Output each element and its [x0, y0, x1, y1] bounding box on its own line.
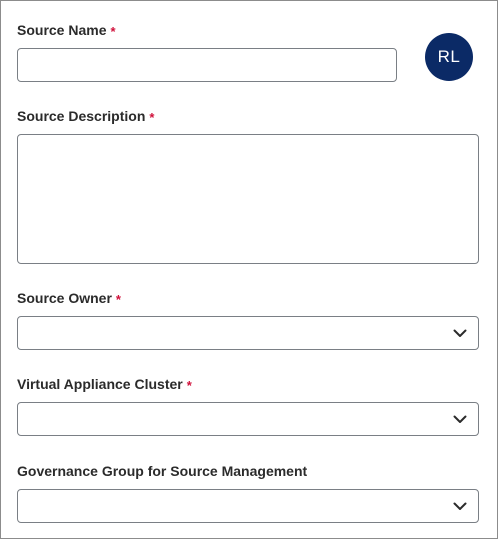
- source-name-input[interactable]: [17, 48, 397, 82]
- source-name-label: Source Name *: [17, 21, 116, 40]
- avatar[interactable]: RL: [425, 33, 473, 81]
- virtual-appliance-cluster-select[interactable]: [17, 402, 479, 436]
- source-owner-label-text: Source Owner: [17, 290, 112, 306]
- chevron-down-icon: [453, 502, 467, 510]
- source-owner-label: Source Owner *: [17, 289, 121, 308]
- governance-group-label: Governance Group for Source Management: [17, 462, 307, 480]
- source-owner-select[interactable]: [17, 316, 479, 350]
- source-name-label-text: Source Name: [17, 22, 107, 38]
- required-marker: *: [115, 292, 121, 307]
- governance-group-select[interactable]: [17, 489, 479, 523]
- chevron-down-icon: [453, 329, 467, 337]
- required-marker: *: [186, 378, 192, 393]
- virtual-appliance-cluster-label-text: Virtual Appliance Cluster: [17, 376, 183, 392]
- chevron-down-icon: [453, 415, 467, 423]
- source-form-panel: Source Name * RL Source Description * Sour…: [0, 0, 498, 539]
- governance-group-label-text: Governance Group for Source Management: [17, 463, 308, 479]
- virtual-appliance-cluster-label: Virtual Appliance Cluster *: [17, 375, 192, 394]
- avatar-initials: RL: [437, 47, 461, 66]
- required-marker: *: [110, 24, 116, 39]
- required-marker: *: [149, 110, 155, 125]
- source-description-label: Source Description *: [17, 107, 154, 126]
- source-description-label-text: Source Description: [17, 108, 146, 124]
- source-description-textarea[interactable]: [17, 134, 479, 264]
